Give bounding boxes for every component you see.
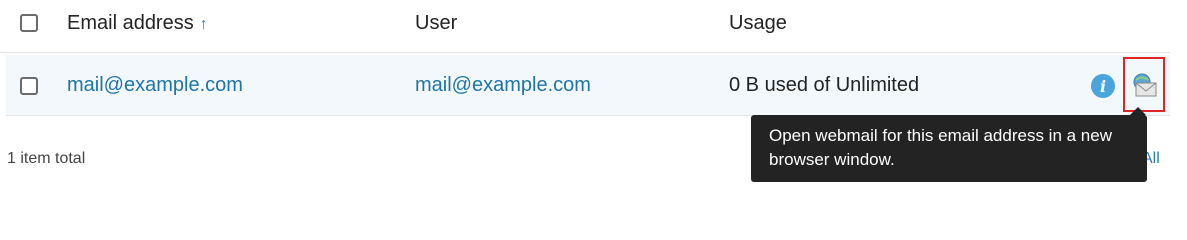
info-icon[interactable]: i	[1091, 74, 1115, 98]
sort-ascending-icon: ↑	[199, 16, 208, 33]
select-all-checkbox[interactable]	[20, 14, 38, 32]
row-select-checkbox[interactable]	[20, 77, 38, 95]
column-header-user[interactable]: User	[415, 11, 457, 35]
webmail-tooltip: Open webmail for this email address in a…	[751, 115, 1147, 182]
info-icon-glyph: i	[1099, 76, 1107, 96]
column-header-email[interactable]: Email address ↑	[67, 11, 208, 37]
open-webmail-button[interactable]	[1123, 57, 1165, 112]
items-total-text: 1 item total	[7, 150, 86, 167]
row-email-link[interactable]: mail@example.com	[67, 73, 243, 97]
column-header-email-label: Email address	[67, 12, 194, 34]
webmail-envelope-icon	[1133, 73, 1157, 96]
row-user-link[interactable]: mail@example.com	[415, 73, 591, 97]
tooltip-arrow	[1130, 107, 1146, 115]
row-usage-text: 0 B used of Unlimited	[729, 74, 920, 96]
table-header-row: Email address ↑ User Usage	[0, 0, 1170, 53]
table-row: mail@example.com mail@example.com 0 B us…	[6, 55, 1170, 116]
column-header-usage[interactable]: Usage	[729, 11, 787, 35]
